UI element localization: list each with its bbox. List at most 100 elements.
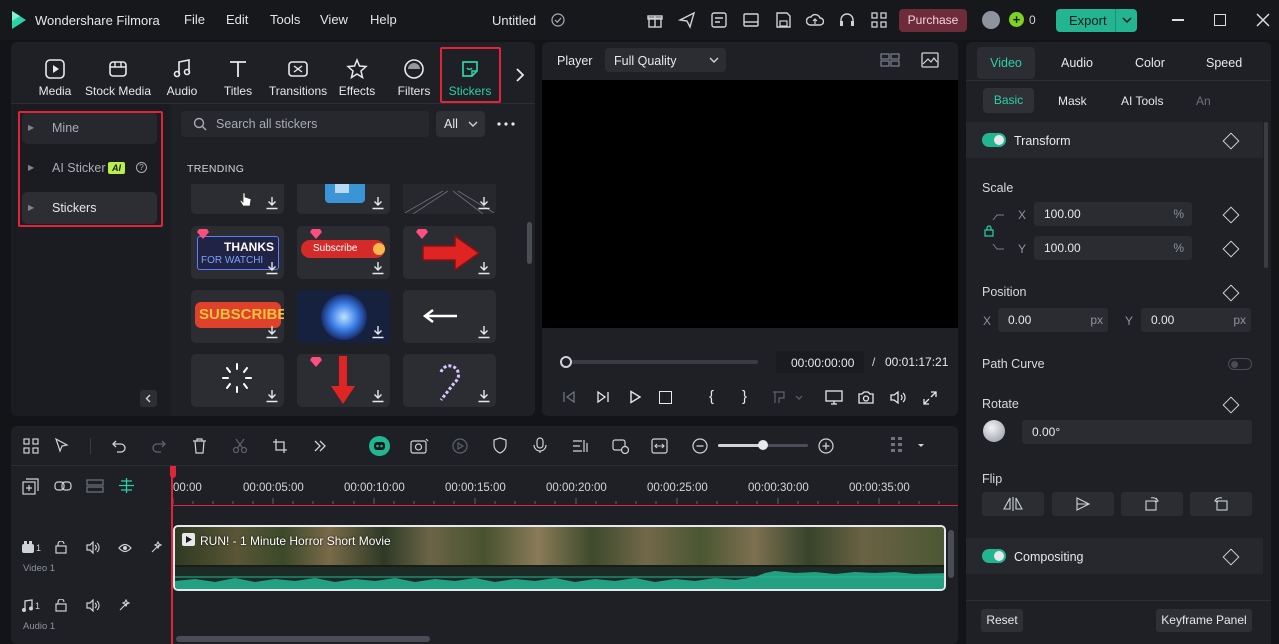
rotate-clockwise-button[interactable] <box>1121 492 1183 516</box>
add-track-icon[interactable] <box>22 478 39 495</box>
track-manager-icon[interactable] <box>86 479 104 493</box>
fit-timeline-icon[interactable] <box>651 438 668 454</box>
cloud-upload-icon[interactable] <box>806 11 824 29</box>
visibility-eye-icon[interactable] <box>118 543 132 553</box>
sticker-item[interactable]: Subscribe <box>297 226 390 279</box>
menu-file[interactable]: File <box>184 12 205 27</box>
position-y-input[interactable]: 0.00 px <box>1141 308 1251 332</box>
sticker-item[interactable] <box>297 184 390 214</box>
rotate-input[interactable]: 0.00° <box>1022 420 1252 444</box>
video-preview[interactable] <box>542 80 958 328</box>
redo-icon[interactable] <box>151 438 167 454</box>
sticker-item[interactable] <box>403 354 496 407</box>
minimize-icon[interactable] <box>1172 19 1184 21</box>
search-box[interactable]: Search all stickers <box>181 111 429 137</box>
quality-dropdown[interactable]: Full Quality <box>605 48 726 72</box>
microphone-icon[interactable] <box>533 437 547 454</box>
download-icon[interactable] <box>265 389 279 403</box>
filter-dropdown[interactable]: All <box>436 111 485 137</box>
lock-track-icon[interactable] <box>55 541 67 554</box>
download-icon[interactable] <box>477 196 491 210</box>
audio-mixer-icon[interactable] <box>572 438 589 454</box>
camera-snapshot-icon[interactable] <box>858 390 874 405</box>
tab-filters[interactable]: Filters <box>394 58 434 98</box>
sticker-item[interactable] <box>403 184 496 214</box>
sticker-item[interactable] <box>191 184 284 214</box>
zoom-in-icon[interactable] <box>818 438 834 454</box>
sticker-item[interactable] <box>191 354 284 407</box>
tab-speed[interactable]: Speed <box>1206 56 1242 70</box>
tab-media[interactable]: Media <box>33 58 77 98</box>
mark-in-icon[interactable]: { <box>709 388 714 405</box>
sticker-item[interactable] <box>403 226 496 279</box>
fullscreen-icon[interactable] <box>923 391 937 405</box>
snap-magnet-icon[interactable] <box>118 477 135 494</box>
playhead-handle[interactable] <box>170 466 176 478</box>
tab-audio-props[interactable]: Audio <box>1061 56 1093 70</box>
tab-titles[interactable]: Titles <box>218 58 258 98</box>
tab-video[interactable]: Video <box>977 47 1035 79</box>
purchase-button[interactable]: Purchase <box>899 9 967 32</box>
zoom-slider[interactable] <box>718 440 808 450</box>
path-curve-toggle[interactable] <box>1228 358 1252 370</box>
user-avatar[interactable] <box>982 11 1000 29</box>
split-icon[interactable] <box>232 438 248 454</box>
delete-icon[interactable] <box>192 438 207 454</box>
tab-effects[interactable]: Effects <box>337 58 377 98</box>
marker-icon[interactable] <box>772 390 802 404</box>
grid-view-icon[interactable] <box>880 53 900 67</box>
tab-stickers[interactable]: Stickers <box>446 58 494 98</box>
download-icon[interactable] <box>477 325 491 339</box>
render-preview-icon[interactable] <box>410 437 430 455</box>
sticker-item[interactable] <box>297 290 390 343</box>
select-tool-icon[interactable] <box>54 437 70 454</box>
maximize-icon[interactable] <box>1214 14 1226 26</box>
download-icon[interactable] <box>477 261 491 275</box>
previous-frame-icon[interactable] <box>562 390 576 404</box>
snapshot-view-icon[interactable] <box>921 52 939 68</box>
lock-track-icon[interactable] <box>55 599 67 612</box>
tab-audio[interactable]: Audio <box>162 58 202 98</box>
sticker-item[interactable]: THANKS FOR WATCHI <box>191 226 284 279</box>
stop-icon[interactable] <box>659 391 672 404</box>
gift-icon[interactable] <box>646 11 664 29</box>
mark-out-icon[interactable]: } <box>742 388 747 405</box>
flip-vertical-button[interactable] <box>1052 492 1114 516</box>
more-tools-icon[interactable] <box>313 439 327 453</box>
rotate-counterclockwise-button[interactable] <box>1190 492 1252 516</box>
reset-button[interactable]: Reset <box>981 609 1023 632</box>
undo-icon[interactable] <box>111 438 127 454</box>
scale-y-input[interactable]: 100.00 % <box>1034 236 1192 260</box>
speed-ramp-icon[interactable] <box>612 437 629 454</box>
lock-icon[interactable] <box>983 225 995 237</box>
current-time-box[interactable]: 00:00:00:00 <box>776 351 864 373</box>
props-scrollbar[interactable] <box>1264 122 1268 268</box>
download-icon[interactable] <box>371 325 385 339</box>
next-frame-icon[interactable] <box>596 390 610 404</box>
save-icon[interactable] <box>774 11 792 29</box>
subtab-animation[interactable]: An <box>1196 94 1211 108</box>
sticker-item[interactable]: SUBSCRIBE <box>191 290 284 343</box>
ai-mate-icon[interactable] <box>369 436 390 456</box>
download-icon[interactable] <box>371 196 385 210</box>
tabs-scroll-right-icon[interactable] <box>514 67 526 83</box>
crop-icon[interactable] <box>272 438 288 454</box>
download-icon[interactable] <box>477 389 491 403</box>
zoom-slider-handle[interactable] <box>758 440 768 450</box>
download-icon[interactable] <box>265 196 279 210</box>
flip-horizontal-button[interactable] <box>982 492 1044 516</box>
timeline-settings-icon[interactable] <box>890 436 926 456</box>
tab-transitions[interactable]: Transitions <box>268 58 328 98</box>
timeline-vertical-scrollbar[interactable] <box>948 530 954 578</box>
menu-edit[interactable]: Edit <box>226 12 248 27</box>
download-icon[interactable] <box>371 261 385 275</box>
display-settings-icon[interactable] <box>825 390 843 405</box>
mute-track-icon[interactable] <box>86 599 100 612</box>
download-icon[interactable] <box>265 325 279 339</box>
scrubber-handle[interactable] <box>560 356 572 368</box>
rotate-dial[interactable] <box>983 420 1005 442</box>
link-icon[interactable] <box>54 480 72 492</box>
shield-icon[interactable] <box>493 437 507 454</box>
subtab-mask[interactable]: Mask <box>1058 94 1087 108</box>
subtab-ai-tools[interactable]: AI Tools <box>1121 94 1163 108</box>
